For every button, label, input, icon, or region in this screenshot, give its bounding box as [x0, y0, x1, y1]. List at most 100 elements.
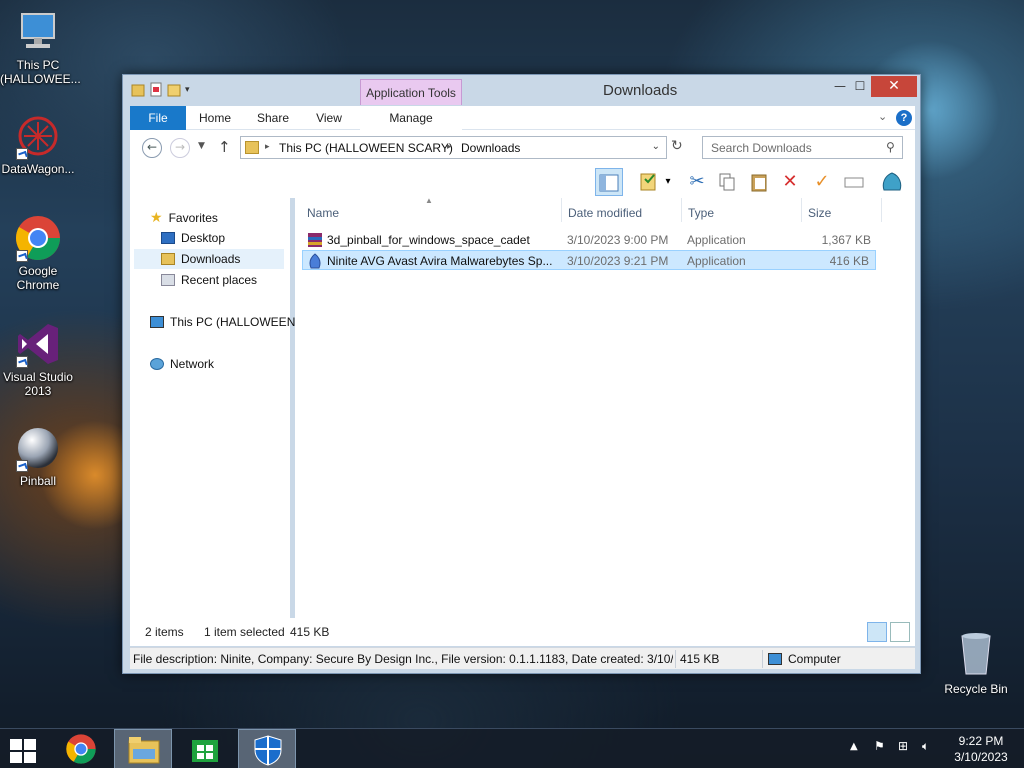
- explorer-window: ▾ Application Tools Downloads — ☐ ✕ File…: [122, 74, 921, 674]
- taskbar-clock[interactable]: 9:22 PM 3/10/2023: [946, 733, 1016, 765]
- tab-view[interactable]: View: [306, 106, 352, 130]
- desktop-icon-label: DataWagon...: [1, 162, 75, 176]
- select-icon[interactable]: [840, 168, 868, 196]
- start-windows-icon[interactable]: [8, 737, 38, 763]
- taskbar-file-explorer[interactable]: [114, 729, 172, 768]
- datawagon-icon: [14, 112, 62, 160]
- refresh-icon[interactable]: ↻: [671, 138, 683, 154]
- column-header-date-modified[interactable]: Date modified: [568, 203, 642, 223]
- downloads-folder-icon: [161, 253, 175, 265]
- shell-icon[interactable]: [878, 168, 906, 196]
- nav-label: Favorites: [168, 211, 218, 225]
- column-header-name[interactable]: Name: [307, 203, 339, 223]
- quick-access-toolbar: ▾: [131, 82, 199, 98]
- column-header-type[interactable]: Type: [688, 203, 714, 223]
- customize-qat-icon[interactable]: ▾: [185, 82, 199, 98]
- desktop-icon-this-pc[interactable]: This PC (HALLOWEE...: [0, 8, 81, 86]
- properties-dropdown-chevron-icon[interactable]: ▾: [661, 168, 675, 196]
- address-bar[interactable]: ▸ This PC (HALLOWEEN SCARY) ▸ Downloads …: [240, 136, 667, 159]
- column-divider[interactable]: [561, 198, 562, 222]
- computer-icon: [150, 316, 164, 328]
- network-icon: [150, 358, 164, 370]
- file-name: Ninite AVG Avast Avira Malwarebytes Sp..…: [327, 254, 553, 268]
- cut-icon[interactable]: ✂: [683, 168, 711, 196]
- nav-item-favorites[interactable]: ★ Favorites: [150, 207, 218, 227]
- shortcut-arrow-icon: [16, 148, 28, 160]
- show-hidden-icons-chevron-icon[interactable]: ▲: [850, 741, 858, 752]
- recent-places-icon: [161, 274, 175, 286]
- store-icon: [192, 740, 218, 762]
- search-icon[interactable]: ⚲: [886, 140, 895, 154]
- column-divider[interactable]: [681, 198, 682, 222]
- paste-icon[interactable]: [745, 168, 773, 196]
- help-icon[interactable]: ?: [896, 110, 912, 126]
- desktop-icon-datawagon[interactable]: DataWagon...: [0, 112, 76, 176]
- delete-icon[interactable]: ✕: [776, 168, 804, 196]
- desktop-icon-label: This PC: [16, 58, 60, 72]
- file-row[interactable]: 3d_pinball_for_windows_space_cadet 3/10/…: [303, 230, 877, 250]
- nav-item-network[interactable]: Network: [150, 354, 214, 374]
- action-center-flag-icon[interactable]: ⚑: [874, 739, 885, 753]
- tab-file[interactable]: File: [130, 106, 186, 130]
- navigation-pane: ★ Favorites Desktop Downloads Recent plac…: [130, 198, 295, 618]
- nav-item-this-pc[interactable]: This PC (HALLOWEEN: [150, 312, 295, 332]
- window-title: Downloads: [603, 82, 678, 99]
- nav-label: Downloads: [181, 252, 241, 266]
- nav-item-downloads[interactable]: Downloads: [134, 249, 284, 269]
- tab-share[interactable]: Share: [248, 106, 298, 130]
- maximize-button[interactable]: ☐: [847, 76, 873, 97]
- breadcrumb-this-pc[interactable]: This PC (HALLOWEEN SCARY): [279, 141, 453, 155]
- desktop-icon: [161, 232, 175, 244]
- expand-ribbon-chevron-icon[interactable]: ⌄: [878, 110, 887, 123]
- close-button[interactable]: ✕: [871, 76, 917, 97]
- folder-icon: [245, 141, 259, 154]
- folder-icon: [131, 82, 145, 98]
- volume-icon[interactable]: 🔈︎: [922, 739, 929, 754]
- divider: [762, 650, 763, 668]
- file-date: 3/10/2023 9:21 PM: [567, 254, 669, 268]
- large-icons-view-icon[interactable]: [890, 622, 910, 642]
- tab-home[interactable]: Home: [190, 106, 240, 130]
- taskbar-chrome[interactable]: [52, 729, 110, 768]
- properties-icon[interactable]: [635, 168, 663, 196]
- item-count: 2 items: [145, 625, 184, 639]
- back-button[interactable]: ←: [142, 138, 162, 158]
- tab-manage[interactable]: Manage: [360, 106, 462, 130]
- search-input[interactable]: Search Downloads: [702, 136, 903, 159]
- recent-locations-chevron-icon[interactable]: ▼: [198, 141, 205, 151]
- breadcrumb-downloads[interactable]: Downloads: [461, 141, 520, 155]
- column-header-size[interactable]: Size: [808, 203, 831, 223]
- details-view-icon[interactable]: [867, 622, 887, 642]
- navigation-bar: ← → ▼ ↑ ▸ This PC (HALLOWEEN SCARY) ▸ Do…: [130, 130, 915, 166]
- desktop-icon-pinball[interactable]: Pinball: [0, 424, 76, 488]
- ninite-icon: [307, 253, 323, 269]
- forward-button[interactable]: →: [170, 138, 190, 158]
- desktop-icon-visual-studio[interactable]: Visual Studio 2013: [0, 320, 76, 398]
- chevron-right-icon[interactable]: ▸: [265, 141, 270, 152]
- nav-item-desktop[interactable]: Desktop: [161, 228, 225, 248]
- title-bar[interactable]: ▾ Application Tools Downloads — ☐ ✕: [123, 75, 920, 105]
- column-divider[interactable]: [801, 198, 802, 222]
- nav-item-recent-places[interactable]: Recent places: [161, 270, 257, 290]
- column-divider[interactable]: [881, 198, 882, 222]
- address-dropdown-chevron-icon[interactable]: ⌄: [652, 141, 660, 152]
- computer-icon: [14, 8, 62, 56]
- file-row[interactable]: Ninite AVG Avast Avira Malwarebytes Sp..…: [302, 250, 876, 270]
- network-icon[interactable]: ⊞: [898, 739, 908, 753]
- new-folder-icon[interactable]: [167, 82, 181, 98]
- file-size: 416 KB: [829, 254, 869, 268]
- chevron-right-icon[interactable]: ▸: [447, 141, 452, 152]
- desktop-icon-chrome[interactable]: Google Chrome: [0, 214, 76, 292]
- preview-pane-icon[interactable]: [595, 168, 623, 196]
- recycle-bin-icon: [956, 630, 996, 676]
- desktop-icon-recycle-bin[interactable]: Recycle Bin: [936, 630, 1016, 696]
- chrome-icon: [14, 214, 62, 262]
- file-description: File description: Ninite, Company: Secur…: [133, 652, 673, 666]
- taskbar-store[interactable]: [176, 729, 234, 768]
- computer-icon: [768, 653, 782, 665]
- properties-icon[interactable]: [149, 82, 163, 98]
- copy-icon[interactable]: [713, 168, 741, 196]
- taskbar-windows-defender[interactable]: [238, 729, 296, 768]
- rename-check-icon[interactable]: ✓: [808, 168, 836, 196]
- up-button[interactable]: ↑: [218, 138, 231, 156]
